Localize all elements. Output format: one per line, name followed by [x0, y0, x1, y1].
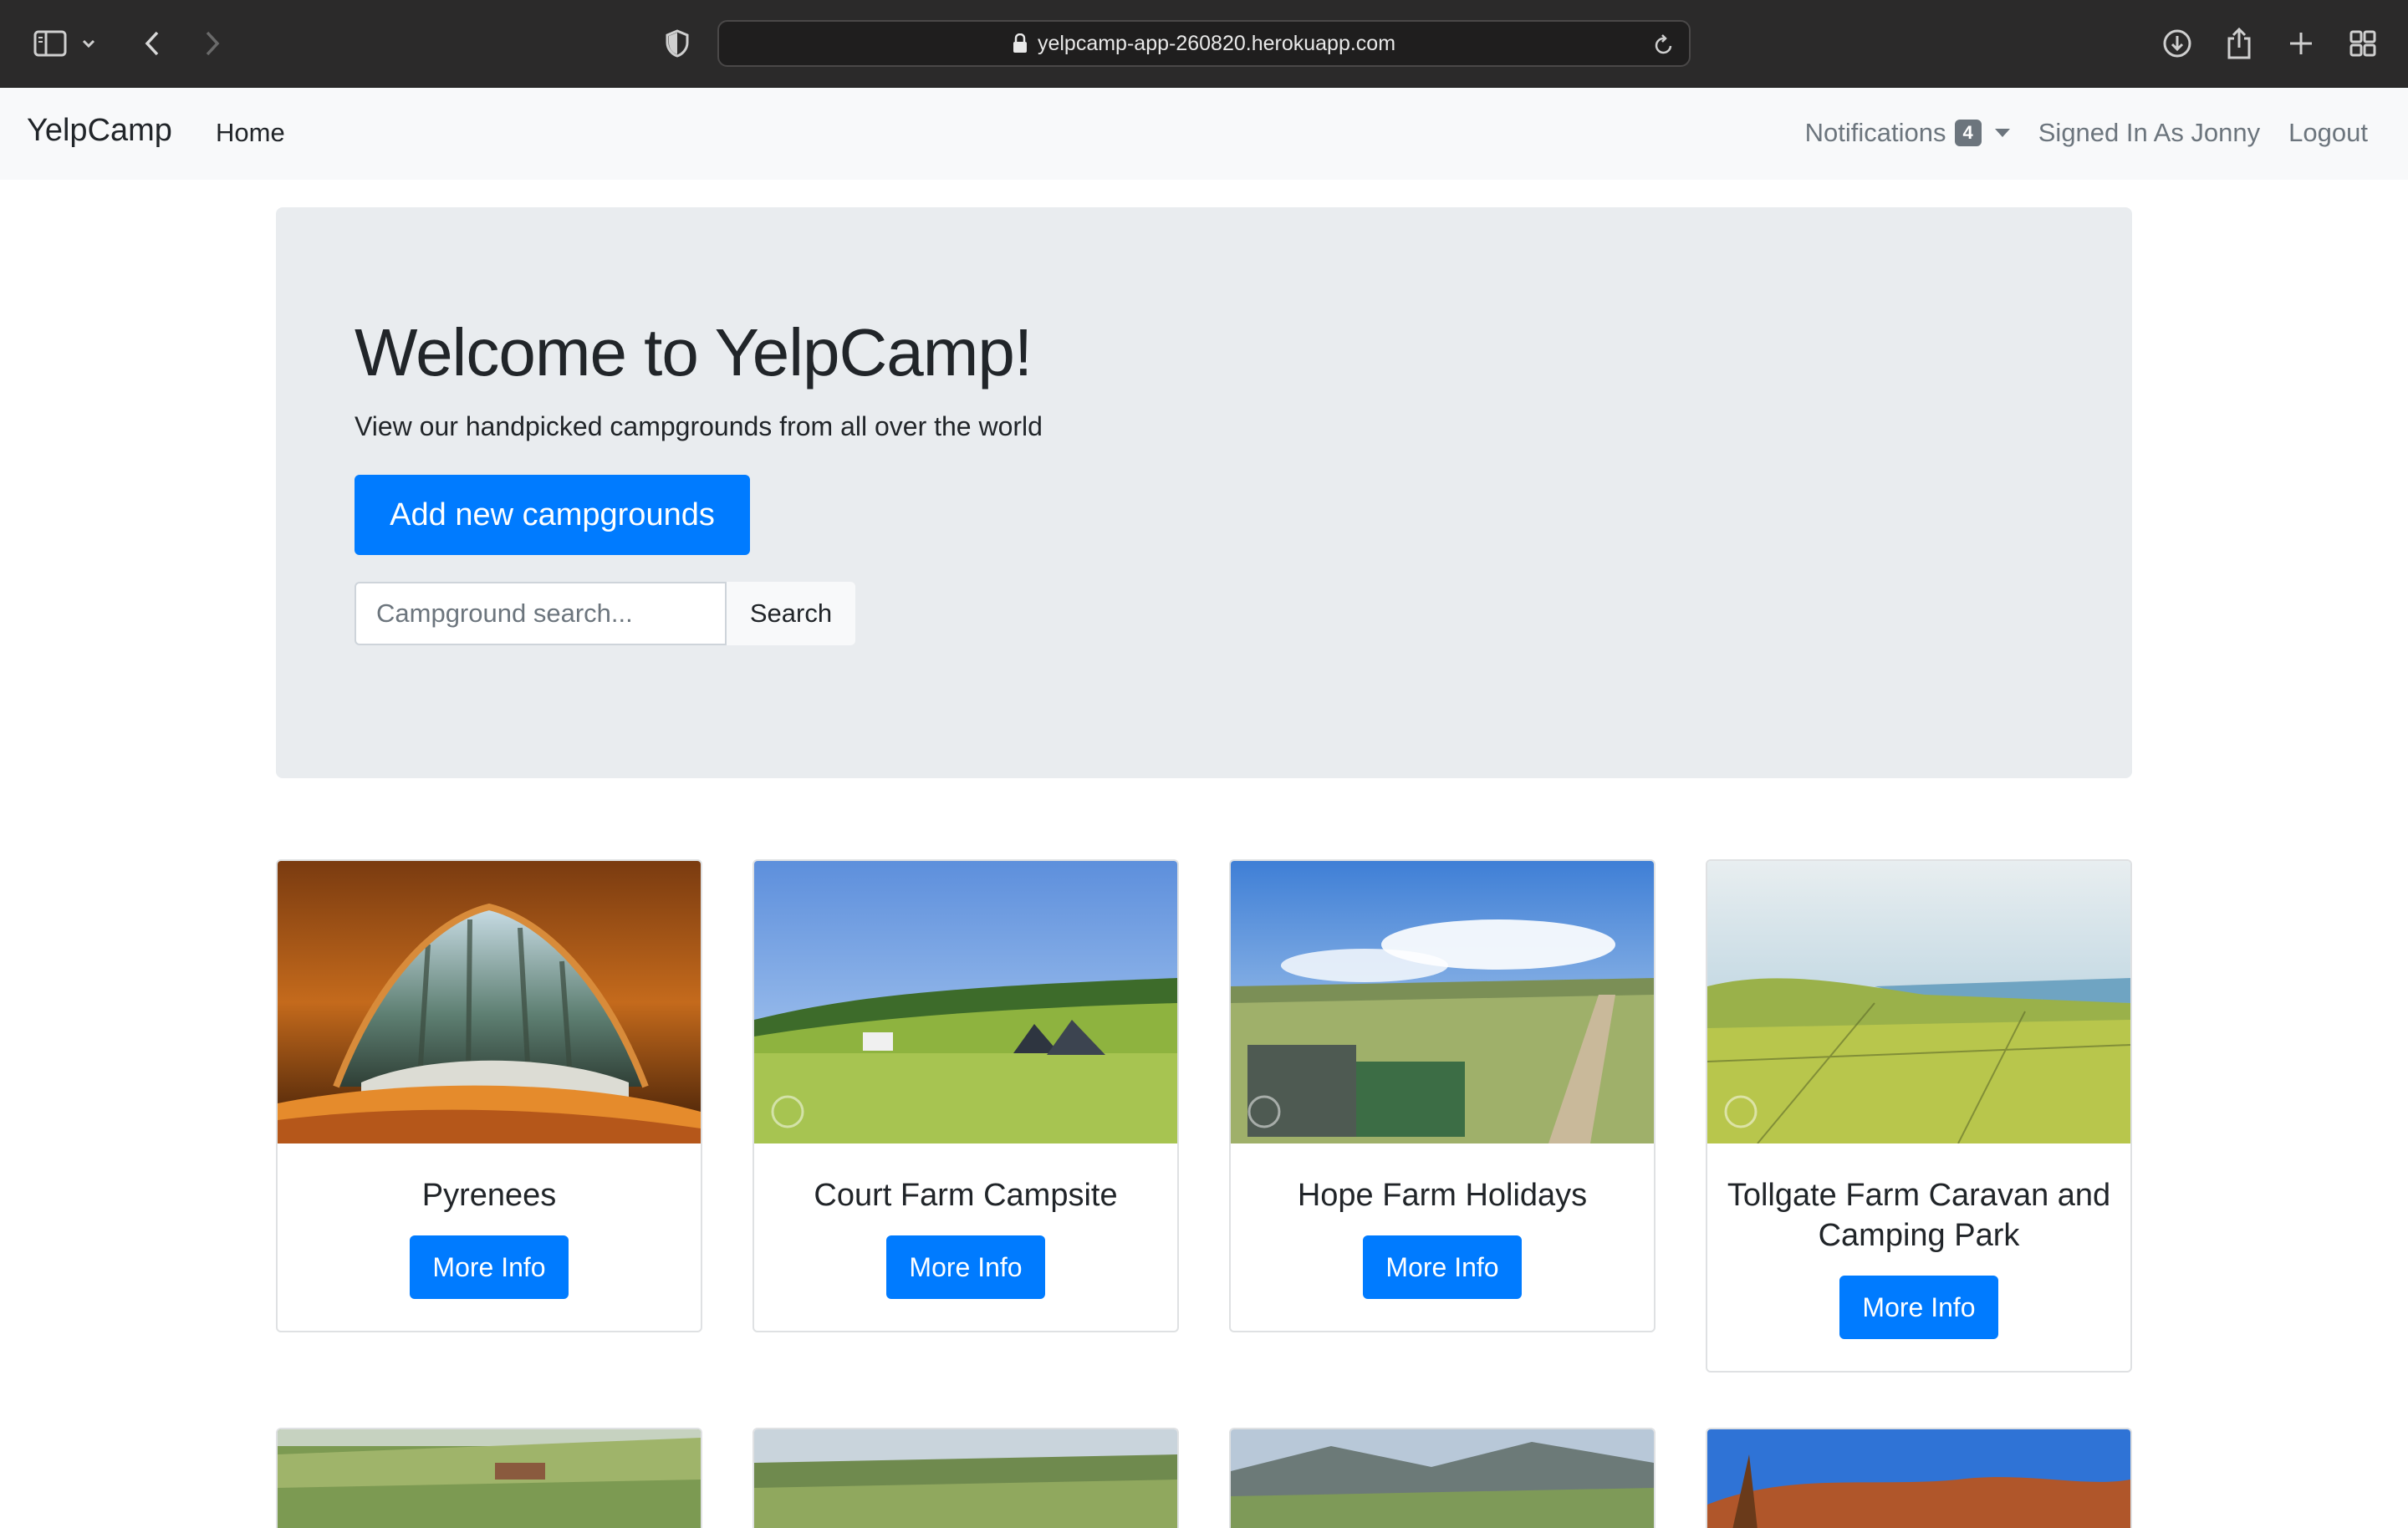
navbar: YelpCamp Home Notifications 4 Signed In …	[0, 88, 2408, 180]
download-icon[interactable]	[2157, 23, 2197, 64]
signed-in-link[interactable]: Signed In As Jonny	[2038, 118, 2260, 148]
card-body: Hope Farm Holidays More Info	[1231, 1143, 1654, 1331]
plus-icon[interactable]	[2281, 23, 2321, 64]
more-info-button[interactable]: More Info	[886, 1235, 1045, 1299]
campground-image[interactable]	[1231, 861, 1654, 1143]
forward-icon[interactable]	[192, 23, 232, 64]
notifications-badge: 4	[1954, 120, 1982, 146]
campground-image[interactable]	[1231, 1429, 1654, 1528]
card-body: Pyrenees More Info	[278, 1143, 701, 1331]
campground-title: Hope Farm Holidays	[1297, 1178, 1588, 1213]
url-text: yelpcamp-app-260820.herokuapp.com	[1037, 31, 1396, 55]
add-campground-button[interactable]: Add new campgrounds	[355, 475, 750, 555]
browser-toolbar: yelpcamp-app-260820.herokuapp.com	[0, 0, 2408, 88]
page-title: Welcome to YelpCamp!	[355, 315, 1033, 390]
card-body: Tollgate Farm Caravan and Camping Park M…	[1707, 1143, 2130, 1371]
notifications-label: Notifications	[1804, 118, 1946, 147]
nav-home-link[interactable]: Home	[216, 118, 285, 148]
address-bar[interactable]: yelpcamp-app-260820.herokuapp.com	[717, 20, 1691, 67]
campground-card	[752, 1428, 1179, 1528]
more-info-button[interactable]: More Info	[410, 1235, 569, 1299]
jumbotron: Welcome to YelpCamp! View our handpicked…	[276, 207, 2132, 778]
campground-card	[276, 1428, 702, 1528]
reload-icon[interactable]	[1650, 32, 1677, 59]
search-input[interactable]	[355, 582, 727, 645]
tab-overview-icon[interactable]	[2343, 23, 2383, 64]
campground-image[interactable]	[1707, 1429, 2130, 1528]
campground-card: Court Farm Campsite More Info	[752, 859, 1179, 1332]
campground-card: Tollgate Farm Caravan and Camping Park M…	[1706, 859, 2132, 1373]
campground-card	[1706, 1428, 2132, 1528]
chevron-down-icon[interactable]	[75, 23, 102, 64]
campground-image[interactable]	[1707, 861, 2130, 1143]
card-body: Court Farm Campsite More Info	[754, 1143, 1177, 1331]
search-form: Search	[355, 582, 855, 645]
campground-image[interactable]	[278, 861, 701, 1143]
shield-icon[interactable]	[657, 23, 697, 64]
campground-image[interactable]	[754, 861, 1177, 1143]
logout-link[interactable]: Logout	[2288, 118, 2368, 148]
campground-card: Pyrenees More Info	[276, 859, 702, 1332]
campground-title: Pyrenees	[421, 1178, 557, 1213]
lock-icon	[1013, 33, 1028, 53]
campground-title: Tollgate Farm Caravan and Camping Park	[1727, 1178, 2111, 1253]
notifications-dropdown[interactable]: Notifications 4	[1805, 118, 2010, 148]
campground-image[interactable]	[754, 1429, 1177, 1528]
share-icon[interactable]	[2219, 23, 2259, 64]
caret-down-icon	[1994, 129, 2010, 137]
campground-title: Court Farm Campsite	[814, 1178, 1118, 1213]
search-button[interactable]: Search	[727, 582, 855, 645]
campground-image[interactable]	[278, 1429, 701, 1528]
lead-text: View our handpicked campgrounds from all…	[355, 411, 1043, 441]
campground-card	[1229, 1428, 1656, 1528]
campground-card: Hope Farm Holidays More Info	[1229, 859, 1656, 1332]
nav-right: Notifications 4 Signed In As Jonny Logou…	[1777, 118, 2368, 148]
brand-link[interactable]: YelpCamp	[27, 113, 172, 149]
more-info-button[interactable]: More Info	[1363, 1235, 1522, 1299]
sidebar-icon[interactable]	[30, 23, 70, 64]
back-icon[interactable]	[132, 23, 172, 64]
more-info-button[interactable]: More Info	[1839, 1276, 1998, 1339]
